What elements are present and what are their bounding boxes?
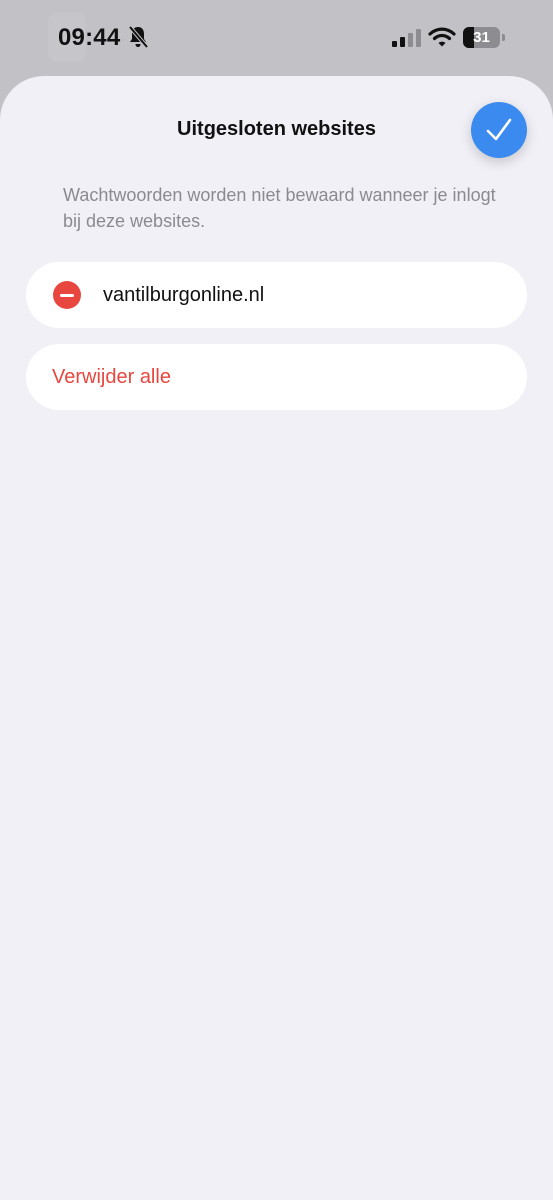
battery-icon: 31 [463,27,505,49]
battery-cap [502,34,505,41]
wifi-icon [428,27,456,47]
delete-all-button[interactable]: Verwijder alle [26,344,527,410]
done-button[interactable] [471,102,527,158]
signal-icon [392,29,421,47]
battery-body: 31 [463,27,500,48]
battery-level: 31 [473,29,490,46]
checkmark-icon [486,118,512,141]
excluded-websites-sheet: Uitgesloten websites Wachtwoorden worden… [0,76,553,1200]
remove-icon[interactable] [53,281,81,309]
info-description: Wachtwoorden worden niet bewaard wanneer… [63,185,496,231]
bell-slash-icon [128,25,149,49]
status-bar: 09:44 31 [0,0,553,76]
delete-all-label: Verwijder alle [52,366,171,388]
excluded-site-label: vantilburgonline.nl [103,284,265,306]
status-time: 09:44 [58,24,121,51]
excluded-site-row: vantilburgonline.nl [26,262,527,328]
